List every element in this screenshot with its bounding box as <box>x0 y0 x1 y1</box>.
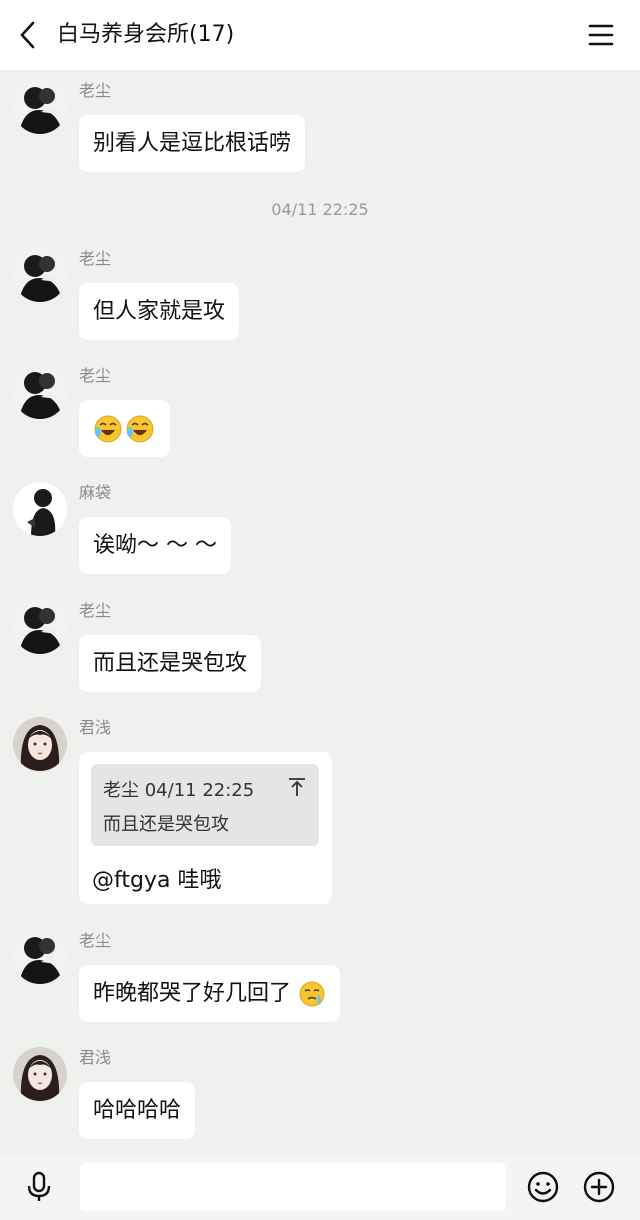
sender-name: 老尘 <box>79 249 112 268</box>
avatar[interactable] <box>13 930 67 984</box>
message-bubble[interactable]: 别看人是逗比根话唠 <box>79 115 306 172</box>
sender-name: 麻袋 <box>79 483 112 502</box>
message-timestamp: 04/11 22:25 <box>271 200 369 219</box>
sender-name: 老尘 <box>79 601 112 620</box>
quote-text: 而且还是哭包攻 <box>103 814 229 835</box>
message-list[interactable]: 老尘 别看人是逗比根话唠 04/11 22:25 老尘 但人家就是攻 老尘 麻袋… <box>0 70 640 1154</box>
message-bubble[interactable]: 哈哈哈哈 <box>79 1082 196 1139</box>
voice-button[interactable] <box>22 1170 56 1204</box>
message-bubble[interactable]: 而且还是哭包攻 <box>79 635 262 692</box>
input-bar <box>0 1154 640 1220</box>
sender-name: 老尘 <box>79 931 112 950</box>
chevron-left-icon <box>20 21 35 49</box>
message-bubble[interactable] <box>79 400 170 457</box>
avatar[interactable] <box>13 365 67 419</box>
plus-circle-icon <box>583 1171 615 1203</box>
microphone-icon <box>27 1171 51 1201</box>
sender-name: 君浅 <box>79 718 112 737</box>
jump-to-original-icon[interactable] <box>287 776 307 798</box>
message-text: 昨晚都哭了好几回了 <box>93 981 292 1006</box>
menu-icon <box>588 24 614 46</box>
avatar[interactable] <box>13 1047 67 1101</box>
emoji-button[interactable] <box>526 1170 560 1204</box>
avatar[interactable] <box>13 80 67 134</box>
message-bubble[interactable]: 诶呦～ ～ ～ <box>79 517 231 574</box>
quote-meta: 老尘 04/11 22:25 <box>103 780 255 801</box>
avatar[interactable] <box>13 248 67 302</box>
sender-name: 老尘 <box>79 81 112 100</box>
laughing-crying-emoji-icon <box>94 415 154 443</box>
message-input[interactable] <box>80 1163 506 1211</box>
crying-emoji-icon <box>299 981 325 1007</box>
sender-name: 老尘 <box>79 366 112 385</box>
more-button[interactable] <box>582 1170 616 1204</box>
quoted-message[interactable]: 老尘 04/11 22:25 而且还是哭包攻 <box>91 764 319 846</box>
message-bubble[interactable]: 但人家就是攻 <box>79 283 240 340</box>
message-bubble[interactable]: 昨晚都哭了好几回了 <box>79 965 341 1022</box>
avatar[interactable] <box>13 482 67 536</box>
top-bar: 白马养身会所(17) <box>0 0 640 70</box>
chat-title: 白马养身会所(17) <box>57 22 235 47</box>
menu-button[interactable] <box>584 18 618 52</box>
reply-message-bubble[interactable]: 老尘 04/11 22:25 而且还是哭包攻 @ftgya 哇哦 <box>79 752 332 904</box>
back-button[interactable] <box>12 18 46 52</box>
smiley-icon <box>527 1171 559 1203</box>
avatar[interactable] <box>13 600 67 654</box>
avatar[interactable] <box>13 717 67 771</box>
sender-name: 君浅 <box>79 1048 112 1067</box>
message-text: @ftgya 哇哦 <box>92 868 222 893</box>
